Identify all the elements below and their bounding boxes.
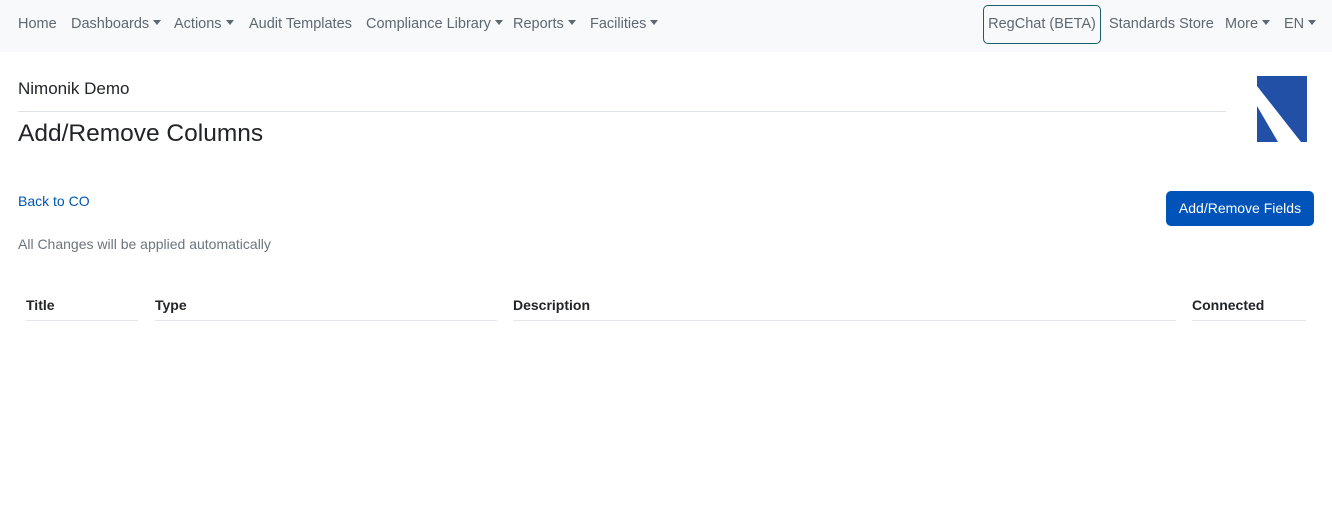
organization-name: Nimonik Demo bbox=[18, 79, 130, 98]
caret-down-icon bbox=[153, 20, 162, 26]
column-header-description: Description bbox=[513, 297, 1176, 321]
nav-reports[interactable]: Reports bbox=[513, 0, 576, 48]
column-header-connected: Connected bbox=[1192, 297, 1306, 321]
page-title: Add/Remove Columns bbox=[18, 120, 264, 147]
nav-actions-label: Actions bbox=[174, 16, 222, 32]
caret-down-icon bbox=[567, 20, 576, 26]
divider bbox=[18, 111, 1226, 112]
nimonik-logo-icon bbox=[1257, 76, 1307, 142]
nav-home[interactable]: Home bbox=[18, 0, 57, 48]
language-label: EN bbox=[1284, 16, 1305, 32]
nav-facilities[interactable]: Facilities bbox=[590, 0, 659, 48]
nav-dashboards[interactable]: Dashboards bbox=[71, 0, 162, 48]
nav-compliance-library-label: Compliance Library bbox=[366, 16, 491, 32]
nav-more[interactable]: More bbox=[1225, 0, 1271, 48]
add-remove-fields-button[interactable]: Add/Remove Fields bbox=[1166, 191, 1314, 226]
nav-actions[interactable]: Actions bbox=[174, 0, 234, 48]
nav-reports-label: Reports bbox=[513, 16, 564, 32]
caret-down-icon bbox=[650, 20, 659, 26]
nav-dashboards-label: Dashboards bbox=[71, 16, 150, 32]
column-header-type: Type bbox=[155, 297, 497, 321]
caret-down-icon bbox=[225, 20, 234, 26]
nav-more-label: More bbox=[1225, 16, 1259, 32]
caret-down-icon bbox=[1308, 20, 1317, 26]
nav-standards-store[interactable]: Standards Store bbox=[1109, 0, 1214, 48]
nav-audit-templates[interactable]: Audit Templates bbox=[249, 0, 352, 48]
language-selector[interactable]: EN bbox=[1284, 0, 1317, 48]
top-navbar: Home Dashboards Actions Audit Templates … bbox=[0, 0, 1332, 52]
back-to-co-link[interactable]: Back to CO bbox=[18, 193, 90, 209]
regchat-button[interactable]: RegChat (BETA) bbox=[983, 5, 1101, 44]
auto-apply-note: All Changes will be applied automaticall… bbox=[18, 236, 271, 252]
nav-compliance-library[interactable]: Compliance Library bbox=[366, 0, 503, 48]
column-header-title: Title bbox=[26, 297, 138, 321]
nav-facilities-label: Facilities bbox=[590, 16, 647, 32]
caret-down-icon bbox=[1262, 20, 1271, 26]
caret-down-icon bbox=[494, 20, 503, 26]
